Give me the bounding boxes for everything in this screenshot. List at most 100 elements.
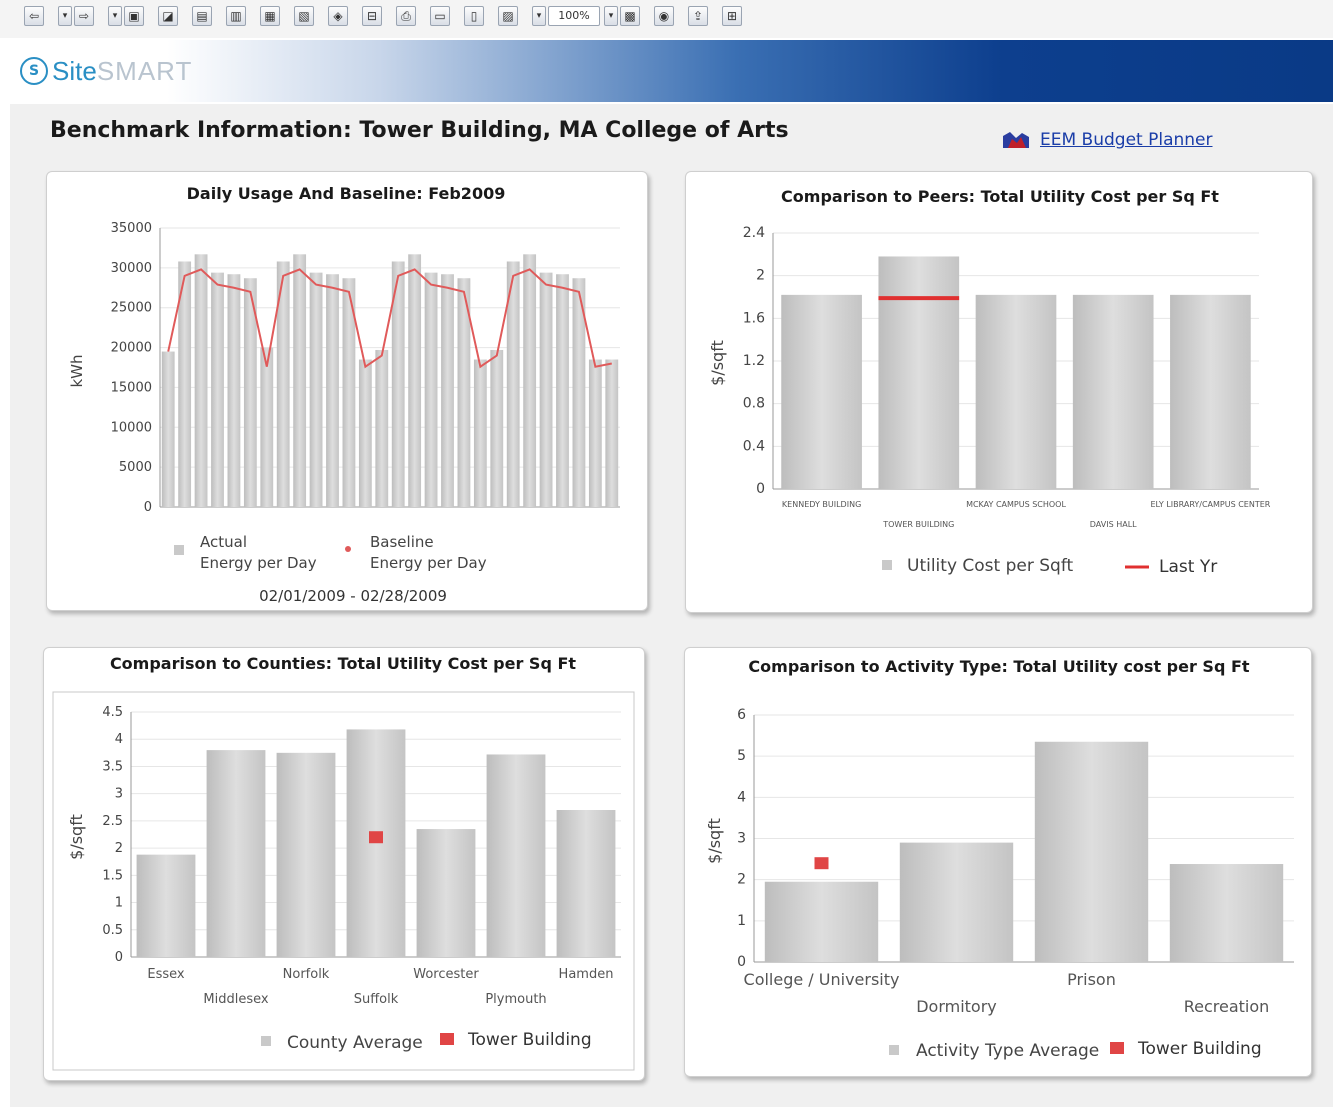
usage-bar	[408, 254, 422, 507]
legend-swatch-tower-building	[440, 1033, 454, 1045]
y-tick-label: 2	[756, 268, 765, 284]
new-icon[interactable]: ▭	[430, 6, 450, 26]
x-tick-label: Prison	[1067, 970, 1116, 989]
y-tick-label: 2	[115, 841, 123, 856]
tower-building-marker	[369, 831, 383, 844]
usage-bar	[326, 274, 339, 507]
activity-comparison-chart: Comparison to Activity Type: Total Utili…	[705, 657, 1294, 1061]
sitesmart-logo-icon: S	[20, 57, 48, 85]
peers-comparison-chart: Comparison to Peers: Total Utility Cost …	[708, 187, 1271, 577]
legend-label: Activity Type Average	[916, 1041, 1099, 1061]
print-icon[interactable]: ⊟	[362, 6, 382, 26]
usage-bar	[539, 272, 553, 507]
y-tick-label: 3	[737, 831, 746, 847]
y-tick-label: 0	[115, 950, 123, 965]
counties-comparison-chart: Comparison to Counties: Total Utility Co…	[52, 654, 635, 1071]
y-tick-label: 0.5	[102, 923, 123, 938]
zoom-level-field[interactable]: 100%	[548, 6, 600, 26]
edit-icon[interactable]: ◪	[158, 6, 178, 26]
page-setup-icon[interactable]: ▥	[226, 6, 246, 26]
copy-icon[interactable]: ▦	[260, 6, 280, 26]
y-tick-label: 3	[115, 787, 123, 802]
x-tick-label: Norfolk	[283, 967, 330, 982]
web-icon[interactable]: ◈	[328, 6, 348, 26]
y-tick-label: 35000	[111, 221, 152, 236]
x-tick-label: Middlesex	[203, 992, 268, 1007]
county-bar	[206, 750, 266, 957]
county-bar	[276, 752, 336, 957]
x-tick-label: MCKAY CAMPUS SCHOOL	[966, 500, 1066, 509]
peer-bar	[1072, 294, 1154, 489]
y-tick-label: 5	[737, 748, 746, 764]
logo-text-site: Site	[52, 55, 97, 86]
y-tick-label: 2.4	[743, 225, 765, 241]
county-bar	[486, 754, 546, 957]
document-icon[interactable]: ▧	[294, 6, 314, 26]
usage-bar	[293, 254, 307, 507]
x-tick-label: TOWER BUILDING	[882, 520, 954, 529]
pages-icon[interactable]: ▯	[464, 6, 484, 26]
usage-bar	[588, 359, 602, 507]
legend-label: Utility Cost per Sqft	[907, 556, 1074, 576]
tower-building-marker	[814, 857, 829, 870]
sitesmart-logo: S Site SMART	[20, 54, 192, 88]
county-bar	[556, 810, 616, 957]
forward-dropdown-icon[interactable]: ▾	[108, 6, 122, 26]
x-tick-label: Dormitory	[916, 997, 997, 1016]
y-tick-label: 5000	[119, 460, 152, 475]
grid-icon[interactable]: ⊞	[722, 6, 742, 26]
x-tick-label: ELY LIBRARY/CAMPUS CENTER	[1150, 500, 1270, 509]
budget-planner-icon	[1003, 132, 1029, 148]
y-axis-label: $/sqft	[705, 818, 724, 864]
usage-bar	[441, 274, 454, 507]
date-range-label: 02/01/2009 - 02/28/2009	[259, 587, 447, 605]
daily-usage-chart: Daily Usage And Baseline: Feb2009 0 5000 10…	[68, 184, 620, 605]
zoom-dropdown-icon[interactable]: ▾	[532, 6, 546, 26]
y-tick-label: 0	[756, 481, 765, 497]
legend-label: County Average	[287, 1033, 423, 1053]
y-tick-label: 1.6	[743, 310, 765, 326]
usage-bar	[194, 254, 208, 507]
usage-bar	[424, 272, 438, 507]
usage-bar	[260, 347, 274, 507]
peer-bar	[878, 256, 960, 489]
y-tick-label: 15000	[111, 380, 152, 395]
layout-dropdown-icon[interactable]: ▨	[498, 6, 518, 26]
forward-icon[interactable]: ⇨	[74, 6, 94, 26]
logo-text-smart: SMART	[96, 55, 193, 86]
legend-swatch-actual	[174, 545, 184, 555]
zoom-menu-icon[interactable]: ▾	[604, 6, 618, 26]
y-tick-label: 3.5	[102, 759, 123, 774]
county-bar	[136, 854, 196, 957]
eem-budget-planner-link-group[interactable]: EEM Budget Planner	[1002, 130, 1213, 150]
y-tick-label: 1.2	[743, 353, 765, 369]
open-icon[interactable]: ⎙	[396, 6, 416, 26]
y-axis-label: kWh	[68, 354, 86, 387]
y-tick-label: 30000	[111, 261, 152, 276]
y-tick-label: 0	[144, 500, 152, 515]
save-icon[interactable]: ▣	[124, 6, 144, 26]
usage-bar	[375, 349, 389, 507]
back-dropdown-icon[interactable]: ▾	[58, 6, 72, 26]
x-tick-label: Hamden	[559, 967, 614, 982]
page-icon[interactable]: ▤	[192, 6, 212, 26]
legend-swatch-county-average	[261, 1036, 271, 1046]
legend-swatch-baseline	[345, 546, 351, 552]
export-icon[interactable]: ▩	[620, 6, 640, 26]
x-tick-label: KENNEDY BUILDING	[782, 500, 861, 509]
back-icon[interactable]: ⇦	[24, 6, 44, 26]
y-axis-label: $/sqft	[708, 340, 727, 386]
usage-bar	[490, 349, 504, 507]
chart-title: Comparison to Counties: Total Utility Co…	[110, 654, 576, 673]
chart-title: Daily Usage And Baseline: Feb2009	[187, 184, 506, 203]
refresh-icon[interactable]: ◉	[654, 6, 674, 26]
y-tick-label: 20000	[111, 341, 152, 356]
usage-bar	[309, 272, 323, 507]
activity-bar	[764, 881, 879, 962]
folder-icon[interactable]: ⇪	[688, 6, 708, 26]
y-tick-label: 2.5	[102, 814, 123, 829]
peer-bar	[781, 294, 862, 489]
y-tick-label: 2	[737, 872, 746, 888]
legend-label: Last Yr	[1159, 557, 1217, 577]
eem-budget-planner-link[interactable]: EEM Budget Planner	[1040, 130, 1213, 150]
